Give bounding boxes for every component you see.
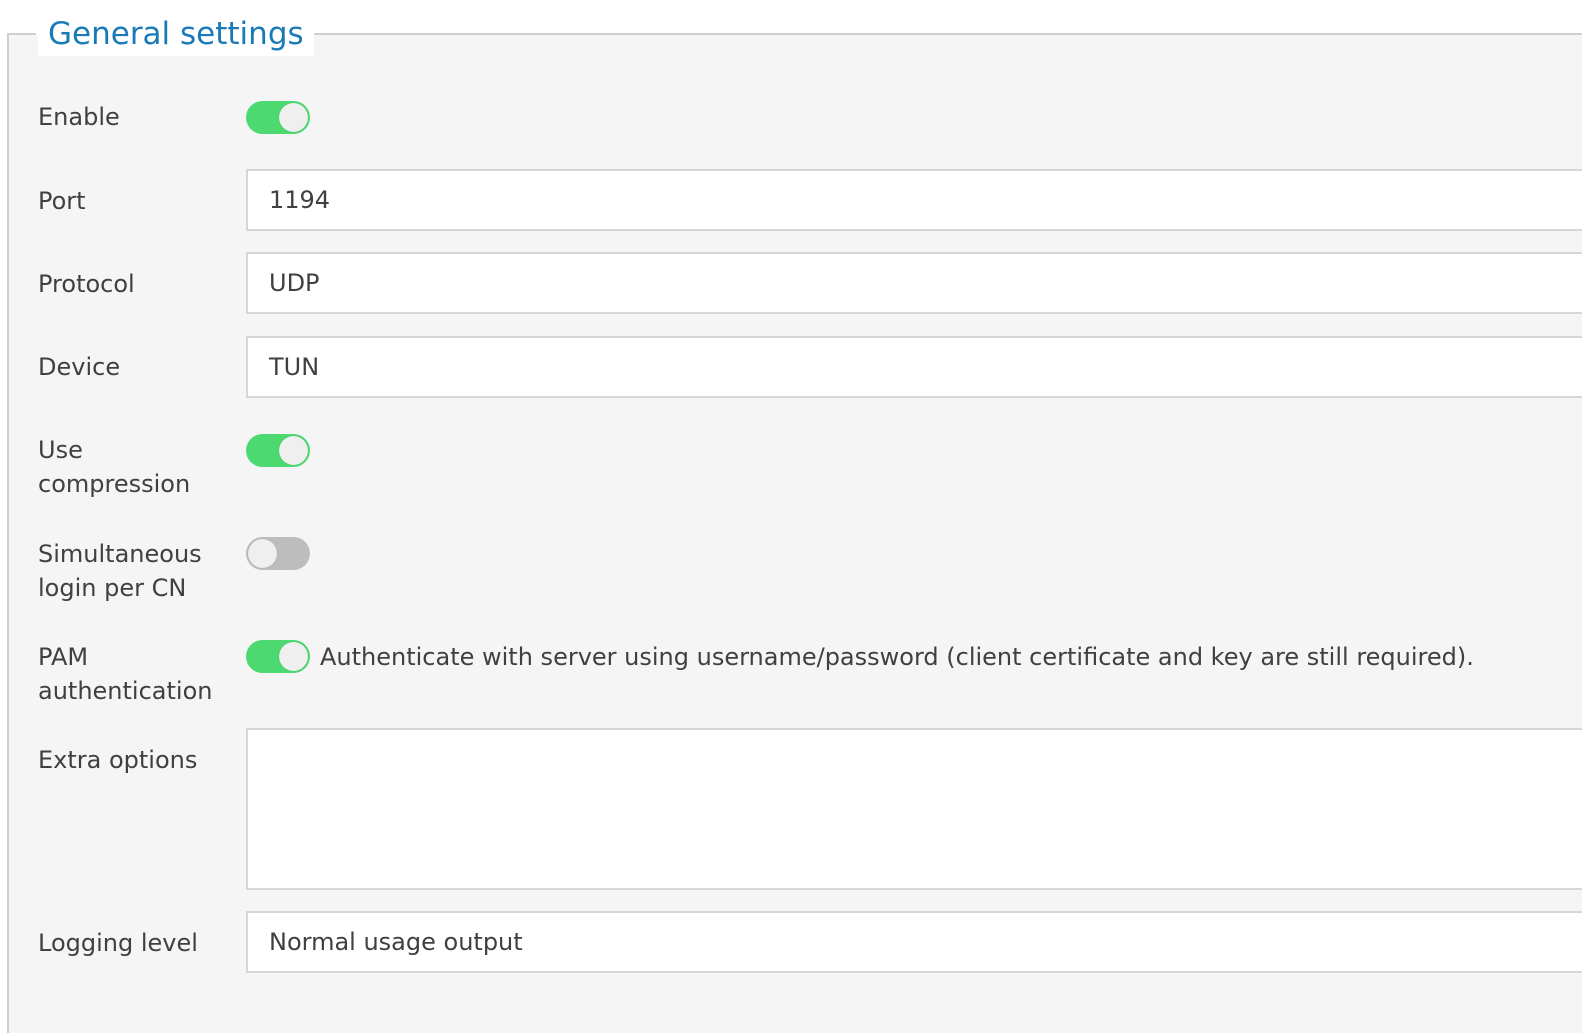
- use-compression-toggle[interactable]: [246, 434, 310, 467]
- protocol-select[interactable]: UDP: [246, 252, 1582, 314]
- section-title: General settings: [38, 12, 314, 56]
- simultaneous-login-label-line2: login per CN: [38, 574, 187, 602]
- extra-options-label: Extra options: [38, 746, 198, 774]
- simultaneous-login-label-line1: Simultaneous: [38, 540, 202, 568]
- enable-toggle-knob: [279, 103, 308, 132]
- pam-authentication-help-text: Authenticate with server using username/…: [320, 643, 1474, 671]
- pam-authentication-label-line1: PAM: [38, 643, 89, 671]
- device-select[interactable]: TUN: [246, 336, 1582, 398]
- use-compression-label-line2: compression: [38, 470, 191, 498]
- pam-authentication-label-line2: authentication: [38, 677, 213, 705]
- logging-level-select[interactable]: Normal usage output: [246, 911, 1582, 973]
- simultaneous-login-toggle-knob: [248, 539, 277, 568]
- enable-label: Enable: [38, 103, 120, 131]
- use-compression-label-line1: Use: [38, 436, 83, 464]
- use-compression-toggle-knob: [279, 436, 308, 465]
- logging-level-label: Logging level: [38, 929, 198, 957]
- simultaneous-login-label: Simultaneous login per CN: [38, 537, 238, 605]
- device-label: Device: [38, 353, 121, 381]
- extra-options-textarea[interactable]: [246, 728, 1582, 890]
- simultaneous-login-toggle[interactable]: [246, 537, 310, 570]
- enable-toggle[interactable]: [246, 101, 310, 134]
- protocol-label: Protocol: [38, 270, 135, 298]
- pam-authentication-toggle[interactable]: [246, 640, 310, 673]
- pam-authentication-toggle-knob: [279, 642, 308, 671]
- use-compression-label: Use compression: [38, 433, 238, 501]
- pam-authentication-label: PAM authentication: [38, 640, 238, 708]
- port-label: Port: [38, 187, 86, 215]
- port-input[interactable]: [246, 169, 1582, 231]
